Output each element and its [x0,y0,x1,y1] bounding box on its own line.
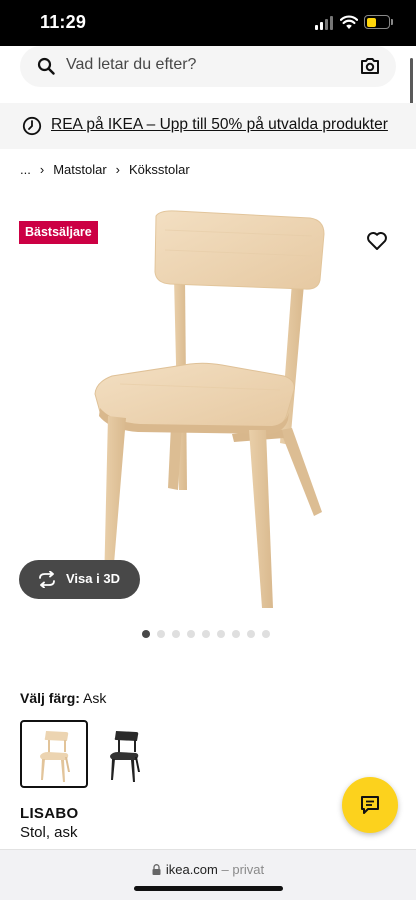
pagination-dot[interactable] [142,630,150,638]
url-domain: ikea.com [165,862,218,877]
color-swatch-ask[interactable] [20,720,88,788]
breadcrumb-item-koksstolar[interactable]: Köksstolar [129,162,190,177]
breadcrumb-item-matstolar[interactable]: Matstolar [53,162,106,177]
wifi-icon [340,15,358,29]
color-label-title: Välj färg: [20,690,80,706]
pagination-dot[interactable] [217,630,225,638]
product-name: LISABO [20,805,79,822]
pagination-dot[interactable] [187,630,195,638]
rotate-3d-icon [39,571,55,588]
url-display: ikea.com – privat [0,862,416,877]
image-pagination [142,630,270,638]
home-indicator[interactable] [134,886,283,891]
chevron-right-icon: › [115,162,120,177]
breadcrumb-ellipsis[interactable]: ... [20,162,31,177]
pagination-dot[interactable] [247,630,255,638]
header: Vad letar du efter? [0,46,416,103]
search-placeholder: Vad letar du efter? [66,56,197,73]
search-input[interactable]: Vad letar du efter? [20,46,396,87]
battery-cap [391,19,393,25]
pagination-dot[interactable] [202,630,210,638]
lock-icon [152,864,161,875]
color-label: Välj färg: Ask [20,690,106,706]
chat-icon [361,796,379,814]
color-value: Ask [83,690,107,706]
view-in-3d-label: Visa i 3D [66,571,120,586]
product-description: Stol, ask [20,824,78,841]
color-swatch-svart[interactable] [92,720,160,788]
promo-link[interactable]: REA på IKEA – Upp till 50% på utvalda pr… [51,116,388,134]
private-mode-label: privat [232,862,265,877]
chevron-right-icon: › [39,162,45,177]
battery-icon [364,15,390,29]
status-time: 11:29 [40,12,87,32]
camera-icon[interactable] [360,56,380,76]
status-bar: 11:29 [0,0,416,46]
view-in-3d-button[interactable]: Visa i 3D [19,560,140,599]
cellular-signal-icon [315,16,335,30]
breadcrumb: ... › Matstolar › Köksstolar [20,162,190,177]
chair-black-thumbnail [110,731,140,782]
product-image[interactable] [0,190,416,620]
url-separator: – [221,862,229,877]
pagination-dot[interactable] [262,630,270,638]
pagination-dot[interactable] [232,630,240,638]
pagination-dot[interactable] [157,630,165,638]
battery-level [366,17,376,27]
pagination-dot[interactable] [172,630,180,638]
clock-icon [22,116,42,136]
favorite-heart-icon[interactable] [366,230,388,252]
bestseller-badge: Bästsäljare [19,221,98,244]
promo-banner[interactable]: REA på IKEA – Upp till 50% på utvalda pr… [0,103,416,149]
product-page: 11:29 Vad letar du efter? REA på IKEA – … [0,0,416,900]
browser-address-bar[interactable]: ikea.com – privat [0,849,416,900]
chair-ash-thumbnail [40,731,70,782]
chat-button[interactable] [342,777,398,833]
search-icon [37,57,55,75]
